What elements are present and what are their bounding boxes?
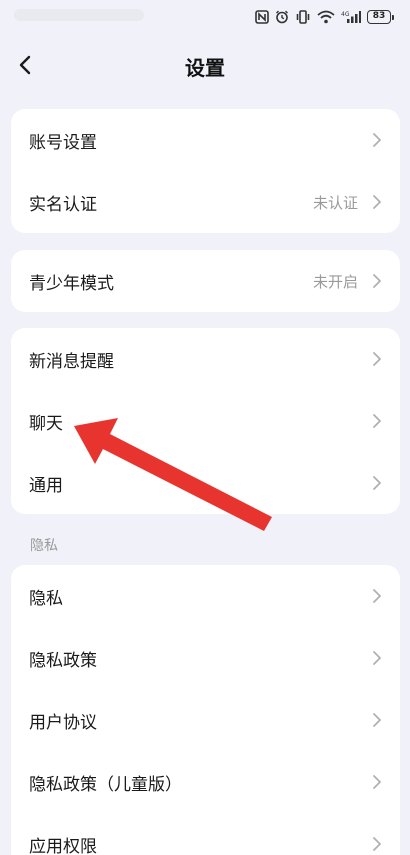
youth-mode-row[interactable]: 青少年模式 未开启 <box>11 250 400 312</box>
row-label: 聊天 <box>29 409 372 434</box>
row-label: 新消息提醒 <box>29 347 372 372</box>
chevron-right-icon <box>372 351 382 367</box>
chevron-right-icon <box>372 836 382 852</box>
chat-row[interactable]: 聊天 <box>11 390 400 452</box>
chevron-right-icon <box>372 588 382 604</box>
general-row[interactable]: 通用 <box>11 452 400 514</box>
privacy-section-header: 隐私 <box>30 535 58 555</box>
wifi-icon <box>317 10 335 24</box>
row-value: 未开启 <box>313 271 358 292</box>
svg-text:4G: 4G <box>341 11 350 18</box>
youth-mode-card: 青少年模式 未开启 <box>11 250 400 312</box>
account-settings-row[interactable]: 账号设置 <box>11 109 400 171</box>
privacy-card: 隐私 隐私政策 用户协议 隐私政策（儿童版） 应用权限 <box>11 565 400 855</box>
app-permissions-row[interactable]: 应用权限 <box>11 813 400 855</box>
vibrate-icon <box>295 10 311 24</box>
row-label: 账号设置 <box>29 128 372 153</box>
chevron-right-icon <box>372 413 382 429</box>
privacy-policy-row[interactable]: 隐私政策 <box>11 627 400 689</box>
row-label: 隐私政策 <box>29 646 372 671</box>
new-message-alert-row[interactable]: 新消息提醒 <box>11 328 400 390</box>
nav-bar: 设置 <box>0 40 410 90</box>
children-privacy-policy-row[interactable]: 隐私政策（儿童版） <box>11 751 400 813</box>
chevron-right-icon <box>372 194 382 210</box>
status-bar-blurred-text <box>14 9 144 21</box>
row-value: 未认证 <box>313 192 358 213</box>
signal-icon: 4G <box>341 10 361 24</box>
status-icons: 4G 83 <box>255 8 394 26</box>
chevron-right-icon <box>372 712 382 728</box>
nfc-icon <box>255 10 269 24</box>
general-card: 新消息提醒 聊天 通用 <box>11 328 400 514</box>
battery-level: 83 <box>367 10 391 24</box>
row-label: 通用 <box>29 471 372 496</box>
row-label: 实名认证 <box>29 190 313 215</box>
real-name-verification-row[interactable]: 实名认证 未认证 <box>11 171 400 233</box>
alarm-icon <box>275 10 289 24</box>
chevron-right-icon <box>372 132 382 148</box>
page-title: 设置 <box>0 52 410 81</box>
battery-icon: 83 <box>367 10 394 24</box>
status-bar: 4G 83 <box>0 0 410 34</box>
row-label: 应用权限 <box>29 832 372 855</box>
account-card: 账号设置 实名认证 未认证 <box>11 109 400 233</box>
chevron-right-icon <box>372 774 382 790</box>
user-agreement-row[interactable]: 用户协议 <box>11 689 400 751</box>
row-label: 隐私政策（儿童版） <box>29 770 372 795</box>
row-label: 青少年模式 <box>29 269 313 294</box>
row-label: 用户协议 <box>29 708 372 733</box>
chevron-right-icon <box>372 650 382 666</box>
chevron-right-icon <box>372 273 382 289</box>
privacy-row[interactable]: 隐私 <box>11 565 400 627</box>
chevron-right-icon <box>372 475 382 491</box>
row-label: 隐私 <box>29 584 372 609</box>
